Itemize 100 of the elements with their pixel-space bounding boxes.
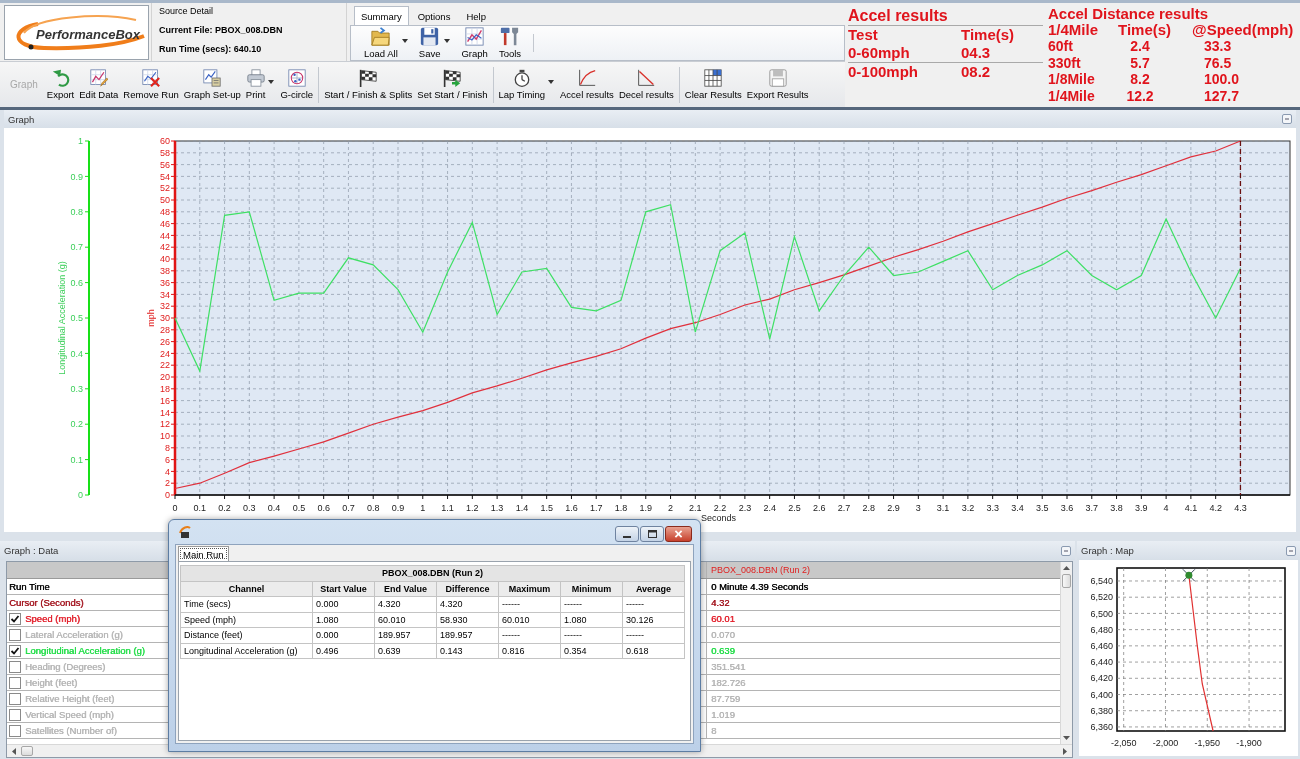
- toolbar-button[interactable]: Edit Data: [77, 67, 121, 102]
- toolbar-button[interactable]: Export: [44, 67, 77, 102]
- checkbox[interactable]: [9, 628, 21, 641]
- tick-label: 38: [160, 265, 170, 276]
- scroll-left-icon[interactable]: [12, 747, 16, 755]
- tick-label: 3.6: [1060, 503, 1074, 513]
- toolbar-button[interactable]: Set Start / Finish: [415, 67, 490, 102]
- ribbon-button[interactable]: Graph: [458, 26, 491, 60]
- toolbar-button[interactable]: Graph Set-up: [181, 67, 243, 102]
- tick-label: 0.5: [292, 503, 306, 513]
- close-button[interactable]: [665, 526, 692, 542]
- scroll-up-icon[interactable]: [1063, 566, 1070, 570]
- table-cell: 0-100mph: [848, 63, 919, 81]
- checkbox[interactable]: [9, 724, 21, 737]
- tick-label: 4: [165, 466, 170, 477]
- tick-label: 1: [78, 136, 83, 147]
- ribbon-button[interactable]: Tools: [495, 26, 525, 60]
- tick-label: 0.1: [70, 454, 83, 465]
- tick-label: -2,000: [1152, 738, 1179, 748]
- toolbar-button[interactable]: Remove Run: [121, 67, 181, 102]
- channel-name: Cursor (Seconds): [9, 596, 84, 609]
- tick-label: 3.7: [1085, 503, 1099, 513]
- tick-label: 22: [160, 360, 170, 371]
- tick-label: 6,420: [1090, 673, 1113, 684]
- panel-collapse-icon[interactable]: [1282, 114, 1292, 124]
- chart-cross-icon: [142, 69, 161, 87]
- toolbar-button[interactable]: Print: [243, 67, 278, 102]
- tick-label: 2.9: [887, 503, 900, 513]
- tick-label: 0.8: [366, 503, 380, 513]
- checkbox[interactable]: [9, 660, 21, 673]
- checkbox[interactable]: [9, 612, 21, 625]
- tick-label: 50: [160, 195, 170, 206]
- checkbox[interactable]: [9, 676, 21, 689]
- channel-name: Relative Height (feet): [25, 692, 115, 705]
- vertical-scrollbar[interactable]: [1060, 562, 1072, 744]
- table-cell: 33.3: [1204, 38, 1232, 55]
- tick-label: 3.8: [1110, 503, 1123, 513]
- table-cell: 8.2: [1130, 71, 1150, 88]
- toolbar-button[interactable]: Decel results: [616, 67, 676, 102]
- table-cell: ------: [498, 627, 561, 643]
- ribbon-button[interactable]: Save: [415, 26, 454, 60]
- section-title: Source Detail: [159, 6, 214, 17]
- tick-label: 2.7: [837, 503, 851, 513]
- falling-line-icon: [637, 69, 656, 87]
- tick-label: 0: [165, 490, 170, 501]
- toolbar-button[interactable]: Start / Finish & Splits: [322, 67, 415, 102]
- tick-label: 44: [160, 230, 170, 241]
- ribbon-tab[interactable]: Help: [459, 6, 493, 25]
- tab[interactable]: Main Run: [178, 546, 229, 561]
- table-cell-text: 0 Minute 4.39 Seconds: [710, 579, 810, 594]
- minimize-icon: [623, 535, 631, 538]
- tick-label: -2,050: [1110, 738, 1137, 748]
- toolbar-button[interactable]: Lap Timing: [496, 67, 557, 102]
- scrollbar-thumb[interactable]: [21, 746, 33, 756]
- ribbon-tab[interactable]: Options: [410, 6, 458, 25]
- tick-label: 6: [165, 454, 170, 465]
- table-cell: 100.0: [1204, 71, 1240, 88]
- tick-label: 0.5: [70, 313, 83, 324]
- logo: PerformanceBox: [4, 5, 149, 60]
- checkbox[interactable]: [9, 708, 21, 721]
- scrollbar-thumb[interactable]: [1062, 574, 1071, 588]
- scroll-right-icon[interactable]: [1063, 747, 1067, 755]
- checkered-flag-icon: [359, 69, 378, 87]
- checkbox[interactable]: [9, 644, 21, 657]
- cursor-line[interactable]: [1239, 140, 1242, 496]
- tick-label: 1.8: [614, 503, 628, 513]
- ribbon-tab[interactable]: Summary: [354, 6, 409, 25]
- table-cell: 0.354: [560, 643, 623, 659]
- scroll-down-icon[interactable]: [1063, 736, 1070, 740]
- table-cell: 0.639: [374, 643, 437, 659]
- panel-collapse-icon[interactable]: [1061, 545, 1071, 556]
- axis-title: mph: [146, 309, 156, 327]
- table-cell: 0.816: [498, 643, 561, 659]
- maximize-button[interactable]: [640, 526, 664, 542]
- tick-label: 0.6: [317, 503, 330, 513]
- tick-label: 3.2: [961, 503, 975, 513]
- ribbon-button[interactable]: Load All: [361, 26, 411, 60]
- table-cell-text: 8: [710, 723, 718, 738]
- checkbox[interactable]: [9, 692, 21, 705]
- toolbar-button[interactable]: Accel results: [558, 67, 616, 102]
- tick-label: 3.4: [1011, 503, 1024, 513]
- tools-icon: [500, 27, 520, 46]
- table-cell: ------: [622, 596, 685, 612]
- tick-label: 46: [160, 218, 170, 229]
- chart-pencil-icon: [89, 69, 108, 87]
- tick-label: 42: [160, 242, 170, 253]
- table-cell-text: 60.01: [710, 611, 736, 626]
- minimize-button[interactable]: [615, 526, 639, 542]
- panel-collapse-icon[interactable]: [1286, 545, 1296, 556]
- tick-label: 0.2: [70, 419, 83, 430]
- table-cell: 189.957: [374, 627, 437, 643]
- toolbar-button[interactable]: G-circle: [278, 67, 316, 102]
- chart-document-icon: [203, 69, 222, 87]
- tick-label: 30: [160, 313, 170, 324]
- tick-label: 2: [668, 503, 674, 513]
- table-cell: 60.010: [374, 612, 437, 628]
- toolbar-button[interactable]: Export Results: [744, 67, 811, 102]
- tick-label: 36: [160, 277, 170, 288]
- toolbar-button[interactable]: Clear Results: [682, 67, 744, 102]
- table-cell: 189.957: [436, 627, 499, 643]
